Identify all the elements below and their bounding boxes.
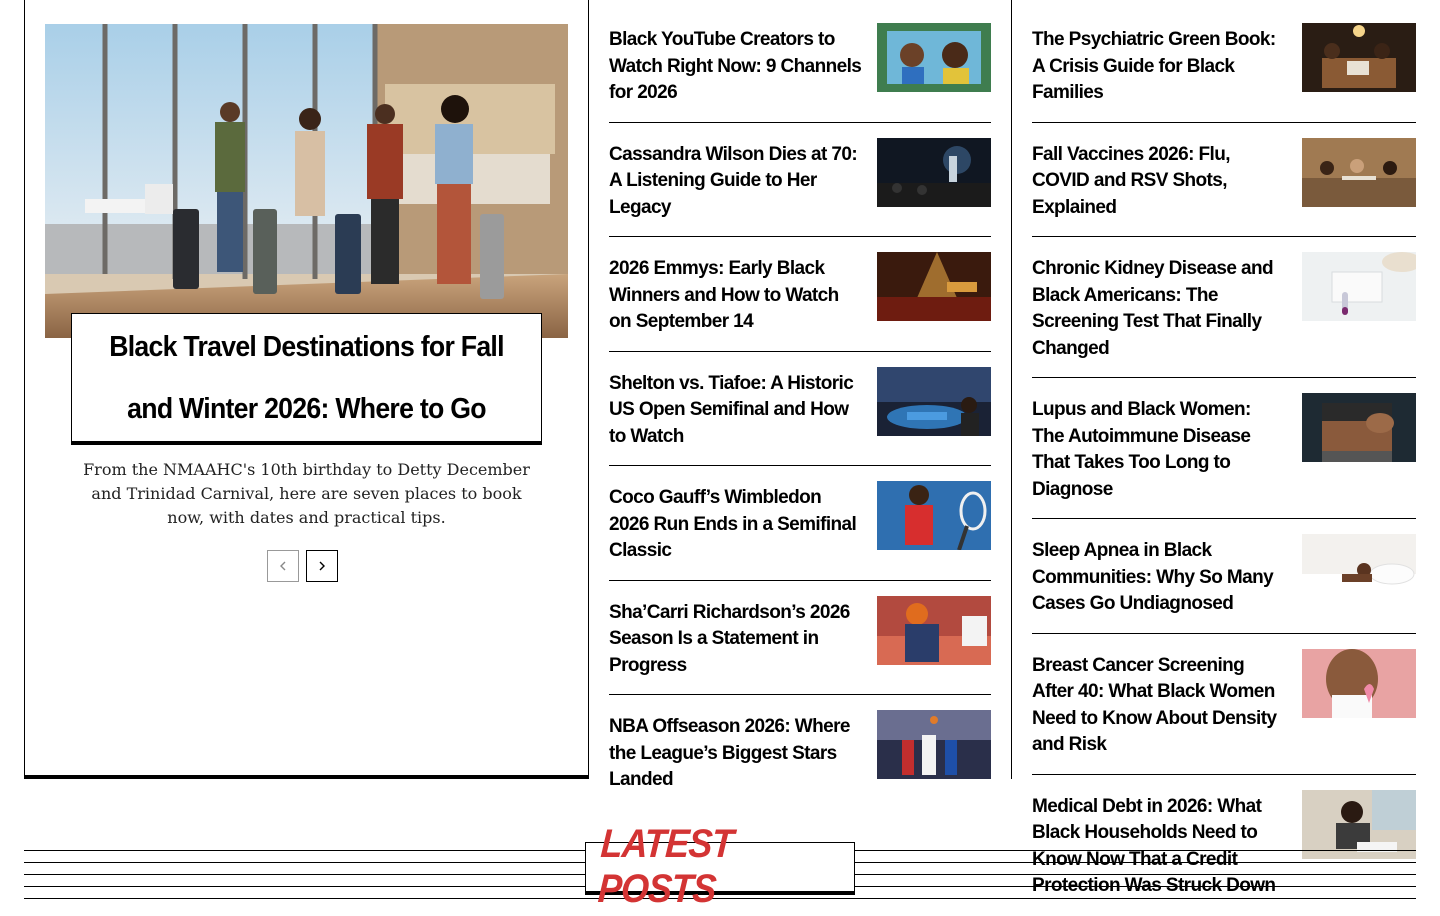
article-title[interactable]: Fall Vaccines 2026: Flu, COVID and RSV S… [1032, 138, 1287, 222]
article-thumbnail[interactable] [877, 710, 991, 779]
article-thumbnail[interactable] [877, 366, 991, 436]
article-thumbnail[interactable] [877, 137, 991, 207]
right-article[interactable]: The Psychiatric Green Book: A Crisis Gui… [1032, 0, 1416, 123]
article-thumbnail[interactable] [877, 252, 991, 321]
article-title[interactable]: Black YouTube Creators to Watch Right No… [609, 23, 864, 107]
article-thumbnail[interactable] [1302, 534, 1416, 603]
featured-title[interactable]: Black Travel Destinations for Fall and W… [107, 316, 505, 440]
right-article[interactable]: Chronic Kidney Disease and Black America… [1032, 237, 1416, 378]
article-title[interactable]: Coco Gauff’s Wimbledon 2026 Run Ends in … [609, 481, 864, 565]
slider-next-button[interactable] [306, 550, 338, 582]
article-title[interactable]: Sha’Carri Richardson’s 2026 Season Is a … [609, 596, 864, 680]
article-title[interactable]: Chronic Kidney Disease and Black America… [1032, 252, 1287, 362]
featured-title-box[interactable]: Black Travel Destinations for Fall and W… [71, 313, 542, 445]
article-title[interactable]: Shelton vs. Tiafoe: A Historic US Open S… [609, 367, 864, 451]
right-article[interactable]: Lupus and Black Women: The Autoimmune Di… [1032, 378, 1416, 519]
article-thumbnail[interactable] [1302, 393, 1416, 462]
article-title[interactable]: NBA Offseason 2026: Where the League’s B… [609, 710, 864, 794]
featured-excerpt: From the NMAAHC's 10th birthday to Detty… [83, 460, 530, 527]
article-thumbnail[interactable] [877, 595, 991, 665]
article-thumbnail[interactable] [877, 23, 991, 92]
featured-story: Black Travel Destinations for Fall and W… [24, 0, 589, 779]
article-title[interactable]: Breast Cancer Screening After 40: What B… [1032, 649, 1287, 759]
chevron-left-icon [280, 561, 286, 571]
article-title[interactable]: Lupus and Black Women: The Autoimmune Di… [1032, 393, 1287, 503]
article-thumbnail[interactable] [1302, 23, 1416, 92]
latest-posts-section: LATEST POSTS [24, 822, 1416, 911]
middle-article[interactable]: Cassandra Wilson Dies at 70: A Listening… [609, 123, 991, 237]
featured-image[interactable] [45, 24, 568, 338]
chevron-right-icon [319, 561, 325, 571]
article-title[interactable]: Cassandra Wilson Dies at 70: A Listening… [609, 138, 864, 222]
right-article[interactable]: Breast Cancer Screening After 40: What B… [1032, 634, 1416, 775]
article-title[interactable]: Sleep Apnea in Black Communities: Why So… [1032, 534, 1287, 618]
right-article[interactable]: Sleep Apnea in Black Communities: Why So… [1032, 519, 1416, 634]
article-thumbnail[interactable] [1302, 648, 1416, 718]
right-article[interactable]: Fall Vaccines 2026: Flu, COVID and RSV S… [1032, 123, 1416, 237]
middle-article[interactable]: Black YouTube Creators to Watch Right No… [609, 0, 991, 123]
article-thumbnail[interactable] [877, 481, 991, 550]
slider-prev-button[interactable] [267, 550, 299, 582]
latest-posts-label: LATEST POSTS [596, 822, 735, 911]
article-thumbnail[interactable] [1302, 252, 1416, 321]
article-title[interactable]: 2026 Emmys: Early Black Winners and How … [609, 252, 864, 336]
latest-posts-heading: LATEST POSTS [585, 822, 855, 911]
middle-article[interactable]: Coco Gauff’s Wimbledon 2026 Run Ends in … [609, 466, 991, 581]
middle-article[interactable]: Sha’Carri Richardson’s 2026 Season Is a … [609, 581, 991, 695]
right-article-list: The Psychiatric Green Book: A Crisis Gui… [1032, 0, 1416, 915]
middle-article[interactable]: NBA Offseason 2026: Where the League’s B… [609, 695, 991, 809]
slider-controls [267, 550, 338, 582]
article-title[interactable]: The Psychiatric Green Book: A Crisis Gui… [1032, 23, 1287, 107]
middle-article[interactable]: Shelton vs. Tiafoe: A Historic US Open S… [609, 352, 991, 466]
column-divider [1011, 0, 1012, 779]
middle-article-list: Black YouTube Creators to Watch Right No… [609, 0, 991, 809]
article-thumbnail[interactable] [1302, 137, 1416, 207]
middle-article[interactable]: 2026 Emmys: Early Black Winners and How … [609, 237, 991, 352]
